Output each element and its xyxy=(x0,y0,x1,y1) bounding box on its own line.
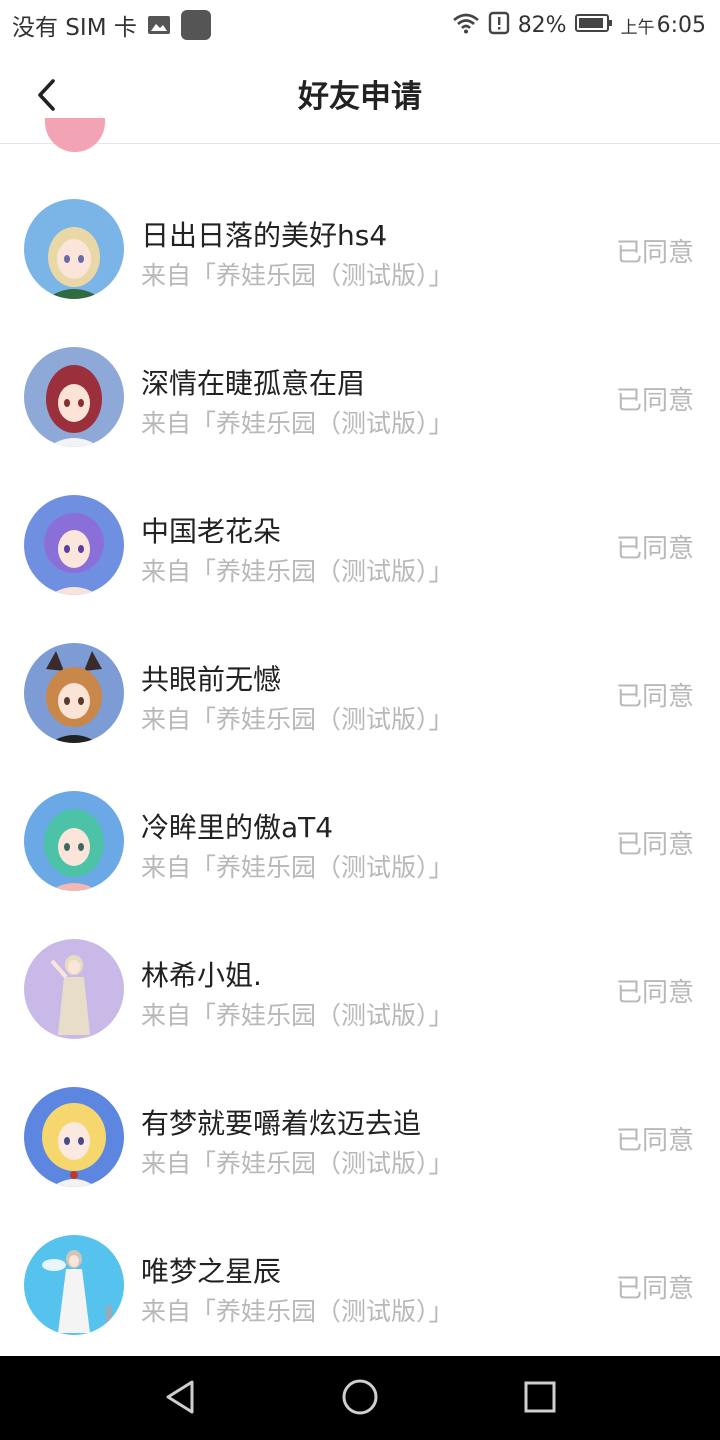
avatar[interactable] xyxy=(24,347,124,447)
nav-recents-button[interactable] xyxy=(515,1374,565,1424)
status-badge: 已同意 xyxy=(615,386,694,416)
request-source: 来自「养娃乐园（测试版）」 xyxy=(141,261,454,290)
status-badge: 已同意 xyxy=(615,238,694,268)
list-item[interactable]: 冷眸里的傲aT4 来自「养娃乐园（测试版）」 已同意 xyxy=(0,742,720,891)
top-app-bar: 好友申请 xyxy=(0,50,720,144)
avatar[interactable] xyxy=(24,495,124,595)
wifi-icon xyxy=(452,12,480,38)
list-item[interactable]: 林希小姐. 来自「养娃乐园（测试版）」 已同意 xyxy=(0,890,720,1039)
avatar[interactable] xyxy=(24,791,124,891)
request-source: 来自「养娃乐园（测试版）」 xyxy=(141,853,454,882)
status-badge: 已同意 xyxy=(615,978,694,1008)
requester-name: 林希小姐. xyxy=(141,959,262,992)
circle-home-icon xyxy=(341,1378,379,1420)
partial-avatar xyxy=(45,118,105,152)
requester-name: 中国老花朵 xyxy=(141,515,282,548)
status-badge: 已同意 xyxy=(615,830,694,860)
avatar[interactable] xyxy=(24,199,124,299)
carrier-label: 没有 SIM 卡 xyxy=(12,15,137,41)
avatar[interactable] xyxy=(24,1235,124,1335)
requester-name: 冷眸里的傲aT4 xyxy=(141,811,334,844)
requester-name: 日出日落的美好hs4 xyxy=(141,219,388,252)
square-recents-icon xyxy=(523,1380,557,1418)
list-item[interactable]: 日出日落的美好hs4 来自「养娃乐园（测试版）」 已同意 xyxy=(0,150,720,299)
page-title: 好友申请 xyxy=(298,79,422,115)
list-item[interactable]: 共眼前无憾 来自「养娃乐园（测试版）」 已同意 xyxy=(0,594,720,743)
clock: 6:05 xyxy=(656,12,706,38)
avatar[interactable] xyxy=(24,1087,124,1187)
status-badge: 已同意 xyxy=(615,682,694,712)
request-source: 来自「养娃乐园（测试版）」 xyxy=(141,1297,454,1326)
triangle-back-icon xyxy=(162,1378,198,1420)
status-bar: 没有 SIM 卡 82% 上午 6:05 xyxy=(0,0,720,50)
nav-back-button[interactable] xyxy=(155,1374,205,1424)
requester-name: 唯梦之星辰 xyxy=(141,1255,282,1288)
battery-percent: 82% xyxy=(517,12,567,38)
avatar[interactable] xyxy=(24,939,124,1039)
alert-icon xyxy=(488,11,510,39)
image-icon xyxy=(147,15,171,35)
system-navigation-bar xyxy=(0,1356,720,1440)
requester-name: 有梦就要嚼着炫迈去追 xyxy=(141,1107,422,1140)
list-item[interactable]: 唯梦之星辰 来自「养娃乐园（测试版）」 已同意 xyxy=(0,1186,720,1335)
back-button[interactable] xyxy=(20,70,74,124)
request-source: 来自「养娃乐园（测试版）」 xyxy=(141,409,454,438)
request-source: 来自「养娃乐园（测试版）」 xyxy=(141,557,454,586)
status-badge: 已同意 xyxy=(615,534,694,564)
request-source: 来自「养娃乐园（测试版）」 xyxy=(141,1001,454,1030)
list-item[interactable]: 有梦就要嚼着炫迈去追 来自「养娃乐园（测试版）」 已同意 xyxy=(0,1038,720,1187)
status-badge: 已同意 xyxy=(615,1274,694,1304)
app-notification-icon xyxy=(180,10,211,40)
request-source: 来自「养娃乐园（测试版）」 xyxy=(141,705,454,734)
list-item[interactable]: 中国老花朵 来自「养娃乐园（测试版）」 已同意 xyxy=(0,446,720,595)
battery-icon xyxy=(574,13,613,37)
requester-name: 深情在睫孤意在眉 xyxy=(141,367,366,400)
time-ampm: 上午 xyxy=(620,17,655,38)
requester-name: 共眼前无憾 xyxy=(141,663,282,696)
list-item[interactable]: 深情在睫孤意在眉 来自「养娃乐园（测试版）」 已同意 xyxy=(0,298,720,447)
avatar[interactable] xyxy=(24,643,124,743)
request-source: 来自「养娃乐园（测试版）」 xyxy=(141,1149,454,1178)
status-badge: 已同意 xyxy=(615,1126,694,1156)
nav-home-button[interactable] xyxy=(335,1374,385,1424)
chevron-left-icon xyxy=(35,77,59,117)
